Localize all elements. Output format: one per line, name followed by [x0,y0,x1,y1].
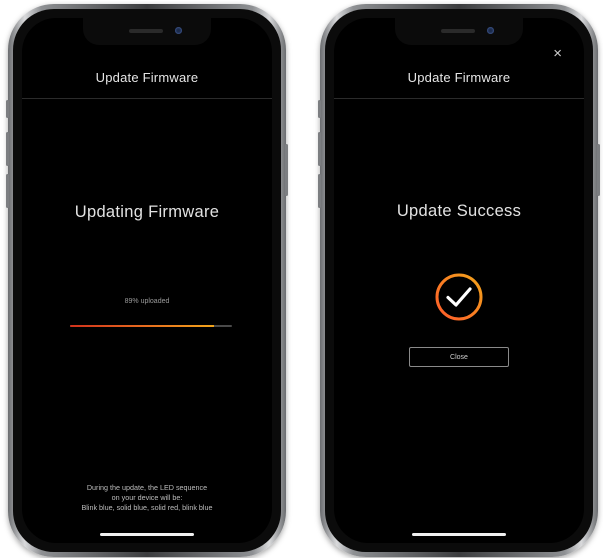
volume-button [318,100,321,118]
note-line: Blink blue, solid blue, solid red, blink… [81,503,213,512]
updating-screen: Update Firmware Updating Firmware 89% up… [22,18,272,543]
success-screen: × Update Firmware Update Success Close [334,18,584,543]
note-line: During the update, the LED sequence [86,483,208,492]
home-indicator[interactable] [100,533,194,536]
header-divider [334,98,584,99]
note-line: on your device will be: [111,493,183,502]
header-title: Update Firmware [95,70,199,85]
success-heading: Update Success [396,202,522,220]
close-icon[interactable]: × [553,46,562,61]
header-title: Update Firmware [407,70,511,85]
phone-bezel: Update Firmware Updating Firmware 89% up… [13,9,281,552]
progress-bar [70,325,232,327]
updating-heading: Updating Firmware [74,203,220,221]
volume-button [318,132,321,166]
volume-button [6,174,9,208]
phone-bezel: × Update Firmware Update Success Close [325,9,593,552]
progress-fill [70,325,215,327]
progress-label: 89% uploaded [124,298,170,305]
speaker [129,29,163,33]
volume-button [6,132,9,166]
header-divider [22,98,272,99]
phone-frame-right: × Update Firmware Update Success Close [318,4,600,557]
notch [83,18,211,45]
volume-button [318,174,321,208]
power-button [285,144,288,196]
power-button [597,144,600,196]
close-button[interactable]: Close [409,347,509,367]
phone-frame-left: Update Firmware Updating Firmware 89% up… [6,4,288,557]
check-circle-icon [435,273,483,321]
volume-button [6,100,9,118]
notch [395,18,523,45]
home-indicator[interactable] [412,533,506,536]
led-sequence-note: During the update, the LED sequence on y… [22,483,272,513]
speaker [441,29,475,33]
camera-icon [175,27,182,34]
camera-icon [487,27,494,34]
